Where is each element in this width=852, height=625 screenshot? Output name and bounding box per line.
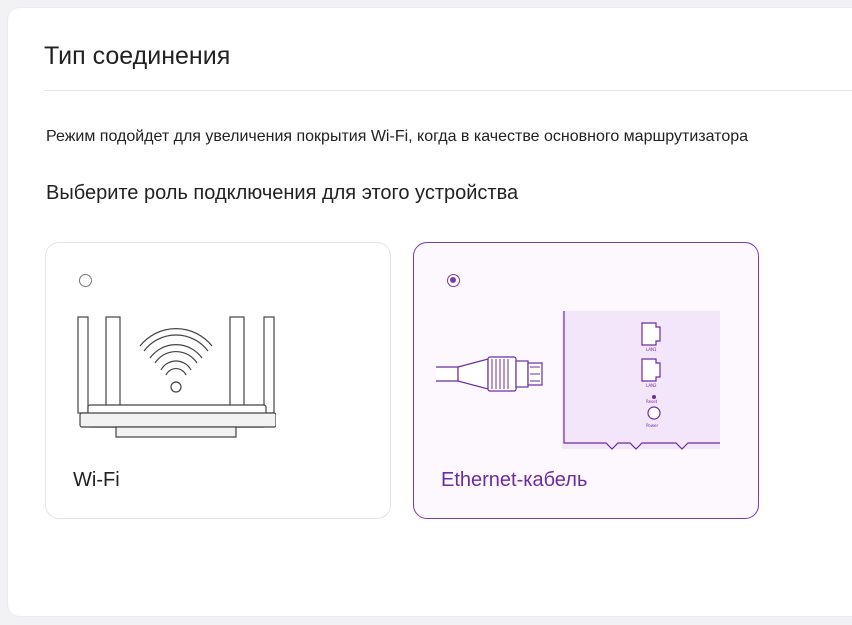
- port-lan2-text: LAN2: [646, 383, 657, 388]
- wifi-option-label: Wi-Fi: [73, 469, 120, 491]
- wifi-radio[interactable]: [79, 274, 92, 287]
- role-prompt: Выберите роль подключения для этого устр…: [46, 182, 519, 204]
- wifi-router-icon: [77, 316, 276, 438]
- page-title: Тип соединения: [44, 42, 231, 70]
- ethernet-option-card[interactable]: LAN1 LAN2 Reset Power Ethernet-кабель: [413, 242, 759, 519]
- ethernet-radio[interactable]: [447, 274, 460, 287]
- connection-type-panel: Тип соединения Режим подойдет для увелич…: [8, 8, 852, 616]
- port-lan1-text: LAN1: [646, 347, 657, 352]
- ethernet-option-label: Ethernet-кабель: [441, 469, 588, 491]
- wifi-option-card[interactable]: Wi-Fi: [45, 242, 391, 519]
- power-text: Power: [646, 423, 658, 428]
- reset-text: Reset: [646, 399, 658, 404]
- title-divider: [44, 90, 852, 91]
- ethernet-cable-icon: LAN1 LAN2 Reset Power: [436, 311, 720, 450]
- mode-description: Режим подойдет для увеличения покрытия W…: [46, 128, 749, 145]
